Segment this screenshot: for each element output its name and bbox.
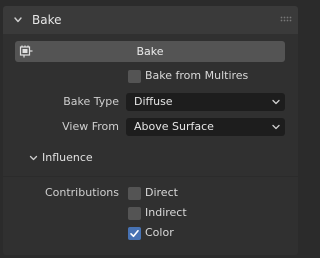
bake-button-label: Bake xyxy=(136,45,164,58)
bake-panel-body xyxy=(3,34,298,255)
bake-panel: Bake Bake Bake from Multires Bake Type D… xyxy=(0,0,301,258)
panel-title: Bake xyxy=(32,13,62,27)
bake-type-label: Bake Type xyxy=(63,95,119,108)
bake-type-dropdown[interactable]: Diffuse xyxy=(126,93,285,111)
chevron-down-icon xyxy=(272,124,280,130)
bake-panel-header[interactable]: Bake xyxy=(3,6,298,34)
checkmark-icon xyxy=(130,229,139,238)
influence-title: Influence xyxy=(42,151,93,164)
bake-button[interactable]: Bake xyxy=(15,41,285,62)
bake-type-value: Diffuse xyxy=(134,95,173,108)
indirect-label[interactable]: Indirect xyxy=(145,206,187,219)
view-from-value: Above Surface xyxy=(134,120,214,133)
chevron-down-icon xyxy=(272,99,280,105)
bake-from-multires-checkbox[interactable] xyxy=(128,70,141,83)
chevron-down-icon[interactable] xyxy=(28,153,39,164)
influence-subpanel-header[interactable]: Influence xyxy=(28,148,278,168)
indirect-checkbox[interactable] xyxy=(128,207,141,220)
view-from-dropdown[interactable]: Above Surface xyxy=(126,118,285,136)
divider xyxy=(3,176,298,177)
direct-checkbox[interactable] xyxy=(128,187,141,200)
color-label[interactable]: Color xyxy=(145,226,174,239)
chevron-down-icon[interactable] xyxy=(12,14,24,26)
view-from-label: View From xyxy=(62,120,119,133)
color-checkbox[interactable] xyxy=(128,227,141,240)
contributions-label: Contributions xyxy=(44,186,119,199)
grip-dots-icon[interactable] xyxy=(280,16,292,24)
direct-label[interactable]: Direct xyxy=(145,186,178,199)
bake-from-multires-label[interactable]: Bake from Multires xyxy=(145,69,248,82)
